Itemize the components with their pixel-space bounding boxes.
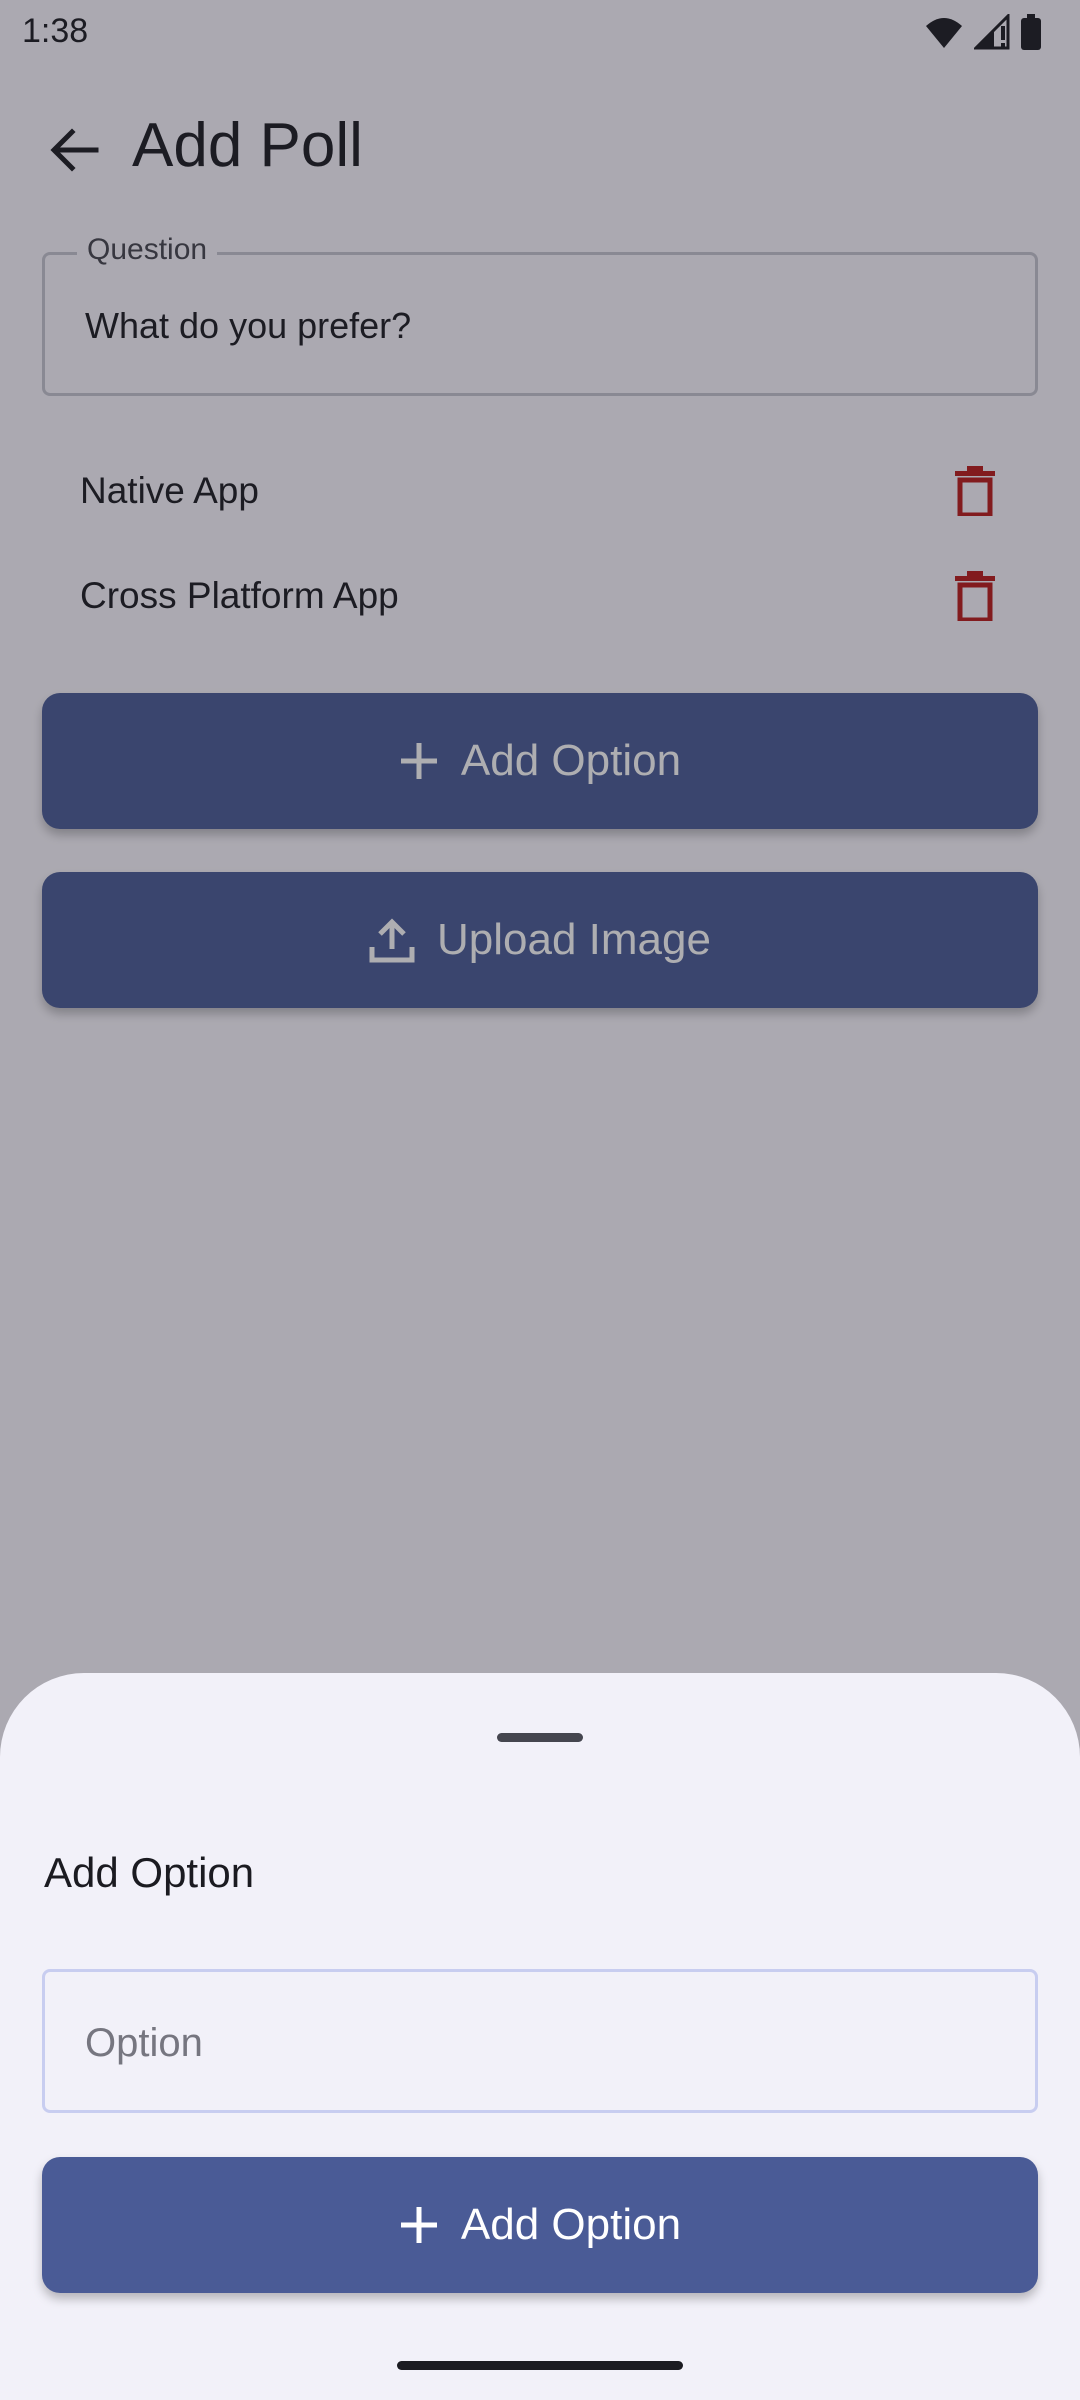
sheet-add-option-button-label: Add Option: [460, 2200, 682, 2249]
plus-icon: [399, 2205, 439, 2245]
gesture-nav-handle[interactable]: [397, 2361, 683, 2370]
option-input[interactable]: [83, 2012, 987, 2074]
sheet-add-option-button[interactable]: Add Option: [42, 2157, 1038, 2293]
option-field[interactable]: [42, 1969, 1038, 2113]
add-option-bottom-sheet: Add Option Add Option: [0, 1673, 1080, 2400]
sheet-drag-handle[interactable]: [497, 1733, 583, 1742]
sheet-title: Add Option: [44, 1849, 255, 1896]
